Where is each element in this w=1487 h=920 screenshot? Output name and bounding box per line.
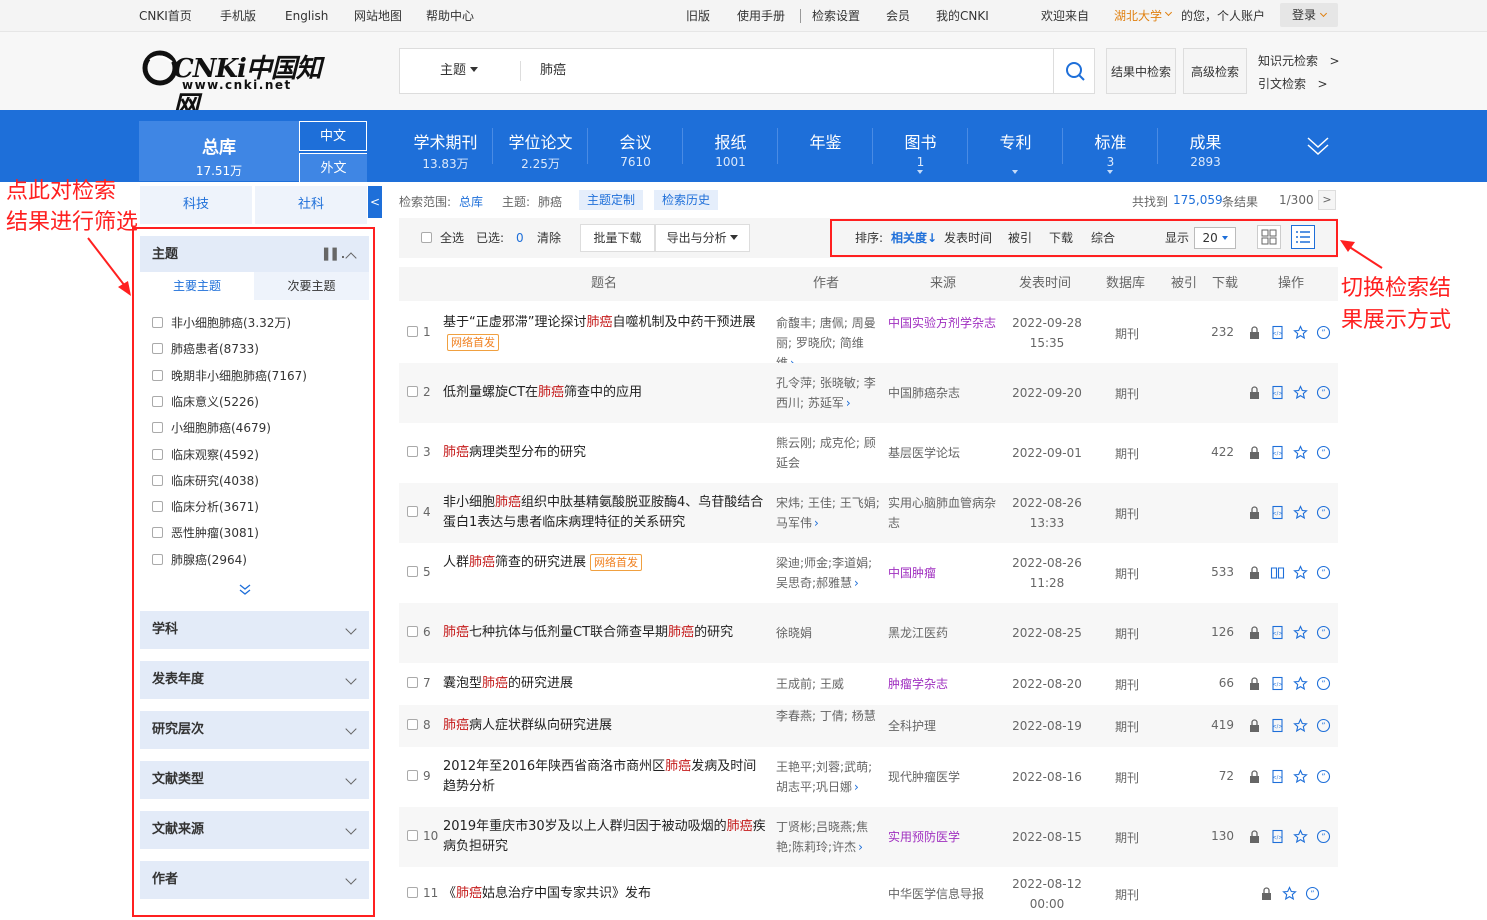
annotation-arrows bbox=[87, 237, 1383, 296]
